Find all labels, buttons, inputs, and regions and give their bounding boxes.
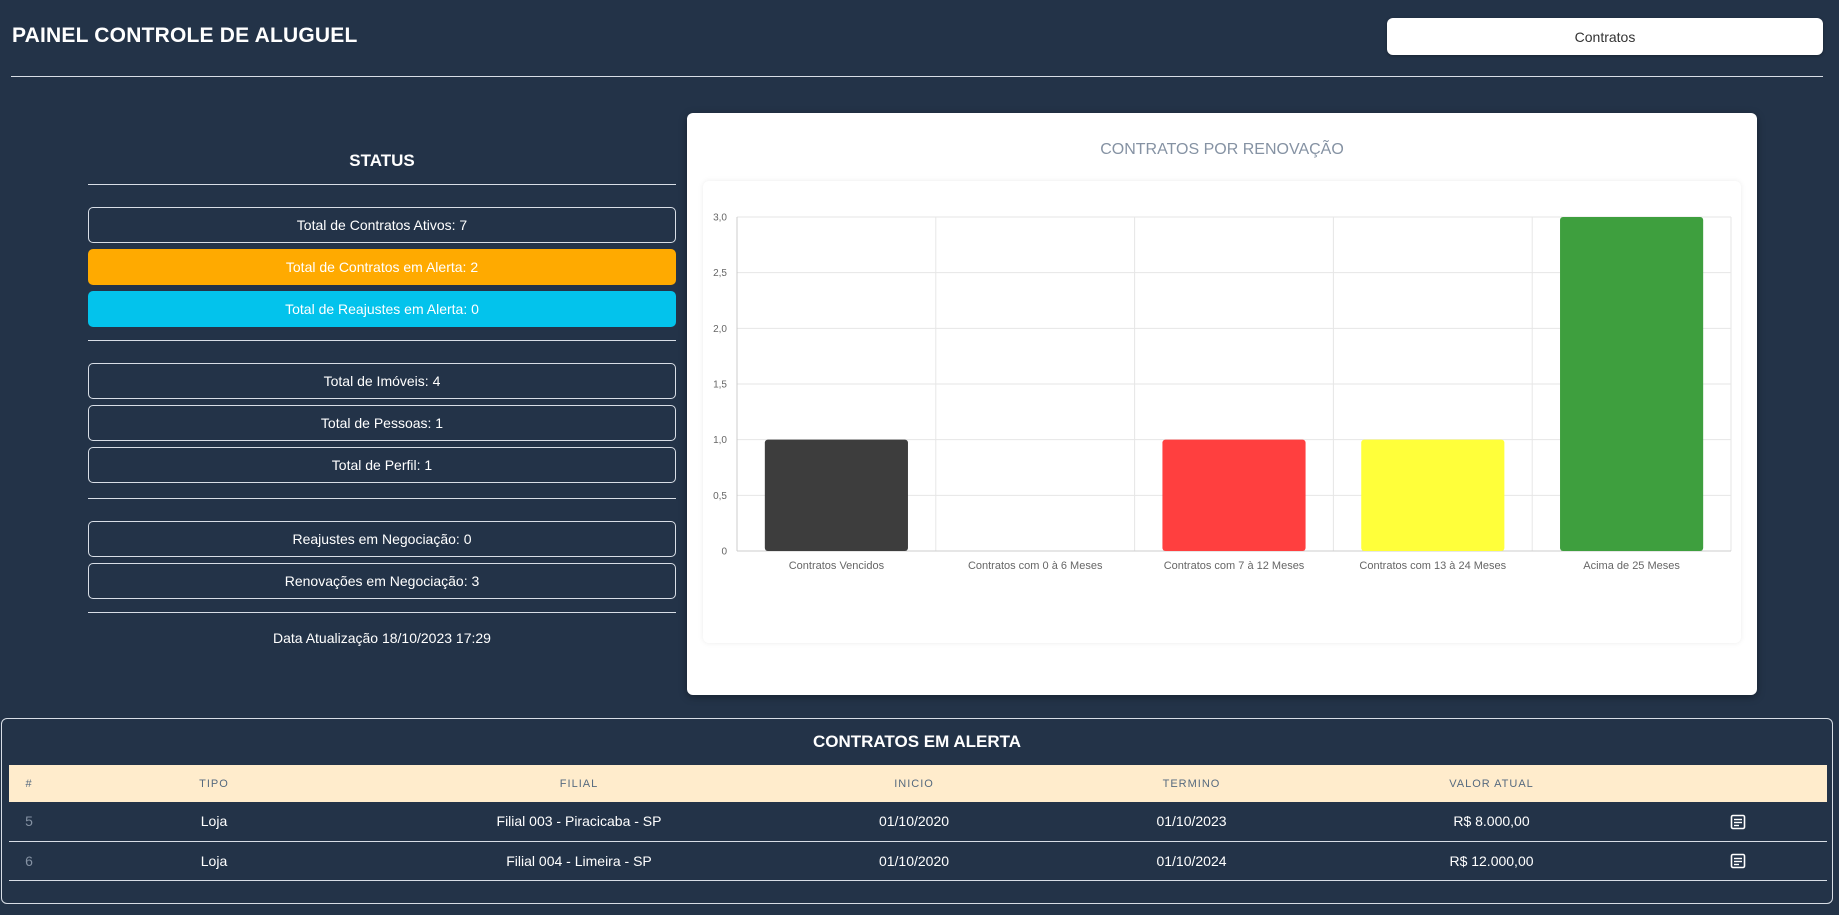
chart-bar <box>764 439 908 551</box>
x-tick-label: Contratos com 0 à 6 Meses <box>968 560 1103 572</box>
cell-id: 5 <box>9 802 49 842</box>
chart-bar <box>1560 217 1704 551</box>
stat-adjustments-alert: Total de Reajustes em Alerta: 0 <box>88 291 676 327</box>
alert-section: CONTRATOS EM ALERTA # TIPO FILIAL INICIO… <box>1 718 1833 904</box>
column-header-id: # <box>25 777 33 790</box>
x-tick-label: Contratos Vencidos <box>789 560 885 572</box>
table-row: 6 Loja Filial 004 - Limeira - SP 01/10/2… <box>9 841 1827 881</box>
column-header-tipo: TIPO <box>199 777 229 790</box>
x-tick-label: Acima de 25 Meses <box>1583 560 1680 572</box>
divider <box>88 340 676 341</box>
cell-tipo: Loja <box>49 841 379 881</box>
column-header-termino: TERMINO <box>1162 777 1221 790</box>
x-tick-label: Contratos com 7 à 12 Meses <box>1164 560 1305 572</box>
y-tick-label: 2,0 <box>713 324 727 335</box>
y-tick-label: 1,0 <box>713 435 727 446</box>
cell-actions <box>1649 802 1827 842</box>
y-tick-label: 3,0 <box>713 213 727 224</box>
y-tick-label: 1,5 <box>713 380 727 391</box>
divider <box>88 612 676 613</box>
update-date: Data Atualização 18/10/2023 17:29 <box>273 630 491 646</box>
header-divider <box>11 76 1823 77</box>
stat-adjustments-negotiation: Reajustes em Negociação: 0 <box>88 521 676 557</box>
y-tick-label: 0,5 <box>713 491 727 502</box>
cell-termino: 01/10/2024 <box>1049 841 1334 881</box>
x-tick-label: Contratos com 13 à 24 Meses <box>1359 560 1506 572</box>
column-header-valor: VALOR ATUAL <box>1449 777 1534 790</box>
cell-tipo: Loja <box>49 802 379 842</box>
cell-termino: 01/10/2023 <box>1049 802 1334 842</box>
divider <box>88 498 676 499</box>
cell-id: 6 <box>9 841 49 881</box>
cell-valor: R$ 12.000,00 <box>1334 841 1649 881</box>
cell-inicio: 01/10/2020 <box>779 802 1049 842</box>
stat-properties: Total de Imóveis: 4 <box>88 363 676 399</box>
column-header-actions <box>1649 765 1827 802</box>
chart-bar <box>1162 439 1306 551</box>
cell-filial: Filial 003 - Piracicaba - SP <box>379 802 779 842</box>
cell-valor: R$ 8.000,00 <box>1334 802 1649 842</box>
column-header-inicio: INICIO <box>894 777 934 790</box>
renewal-bar-chart: 0 0,5 1,0 1,5 2,0 2,5 3,0 Contratos Vencidos Con… <box>713 213 1732 572</box>
chart-container: 0 0,5 1,0 1,5 2,0 2,5 3,0 Contratos Vencidos Con… <box>703 181 1741 643</box>
stat-profiles: Total de Perfil: 1 <box>88 447 676 483</box>
table-header-row: # TIPO FILIAL INICIO TERMINO VALOR ATUAL <box>9 765 1827 802</box>
contracts-button[interactable]: Contratos <box>1387 18 1823 55</box>
cell-actions <box>1649 841 1827 881</box>
cell-inicio: 01/10/2020 <box>779 841 1049 881</box>
alert-title: CONTRATOS EM ALERTA <box>812 732 1022 751</box>
status-title: STATUS <box>349 151 415 170</box>
chart-bar <box>1361 439 1505 551</box>
page-title: PAINEL CONTROLE DE ALUGUEL <box>12 24 358 47</box>
alert-table: # TIPO FILIAL INICIO TERMINO VALOR ATUAL… <box>9 765 1827 881</box>
column-header-filial: FILIAL <box>559 777 599 790</box>
stat-people: Total de Pessoas: 1 <box>88 405 676 441</box>
y-tick-label: 0 <box>721 547 727 558</box>
stat-contracts-alert: Total de Contratos em Alerta: 2 <box>88 249 676 285</box>
divider <box>88 184 676 185</box>
chart-card: CONTRATOS POR RENOVAÇÃO 0 0,5 1,0 1,5 2,0 2,5… <box>687 113 1757 695</box>
y-tick-label: 2,5 <box>713 268 727 279</box>
stat-renewals-negotiation: Renovações em Negociação: 3 <box>88 563 676 599</box>
document-icon[interactable] <box>1730 853 1746 869</box>
document-icon[interactable] <box>1730 814 1746 830</box>
table-row: 5 Loja Filial 003 - Piracicaba - SP 01/1… <box>9 802 1827 842</box>
chart-title: CONTRATOS POR RENOVAÇÃO <box>1100 141 1344 158</box>
stat-active-contracts: Total de Contratos Ativos: 7 <box>88 207 676 243</box>
cell-filial: Filial 004 - Limeira - SP <box>379 841 779 881</box>
